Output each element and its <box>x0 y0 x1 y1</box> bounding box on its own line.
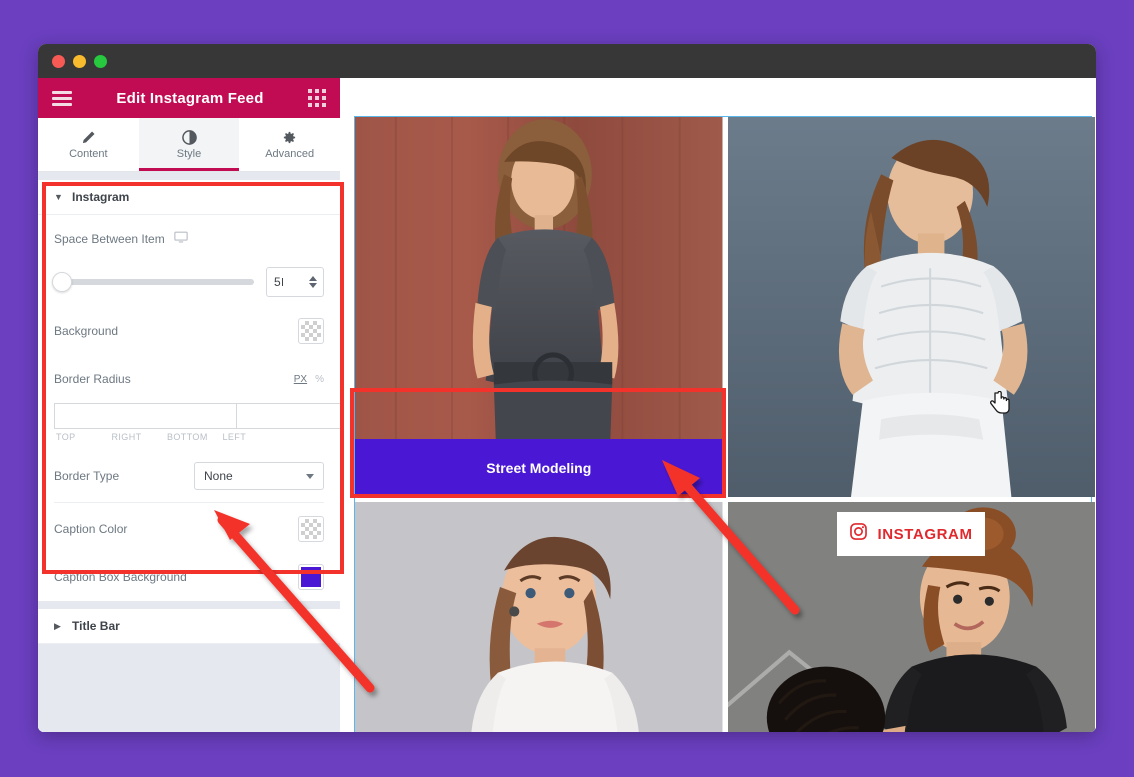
section-title-bar-title: Title Bar <box>72 619 120 633</box>
chevron-down-icon <box>306 473 314 479</box>
window-close-button[interactable] <box>52 54 65 68</box>
panel-gap <box>38 644 340 652</box>
window-titlebar <box>38 44 1096 78</box>
contrast-icon <box>181 129 197 145</box>
feed-item-2[interactable] <box>727 117 1095 497</box>
grid-icon[interactable] <box>308 89 326 107</box>
window-body: Edit Instagram Feed Content Style Advanc… <box>38 78 1096 732</box>
quantity-stepper[interactable] <box>303 276 323 288</box>
caption-color-row: Caption Color <box>54 505 324 553</box>
section-title-bar-header[interactable]: ▶ Title Bar <box>38 609 340 644</box>
caption-box-background-row: Caption Box Background <box>54 553 324 601</box>
tab-content-label: Content <box>69 147 108 160</box>
caption-box-color-fill <box>301 567 321 587</box>
border-radius-label: Border Radius <box>54 372 131 386</box>
feed-caption-text: Street Modeling <box>486 460 592 476</box>
pencil-icon <box>81 130 96 145</box>
window-maximize-button[interactable] <box>94 54 107 68</box>
browser-window: Edit Instagram Feed Content Style Advanc… <box>38 44 1096 732</box>
hamburger-icon[interactable] <box>52 90 72 106</box>
tab-content[interactable]: Content <box>38 118 139 171</box>
tab-style[interactable]: Style <box>138 118 240 171</box>
border-radius-top-label: TOP <box>56 432 76 442</box>
border-type-select[interactable]: None <box>194 462 324 490</box>
space-between-item-input[interactable]: 5 <box>266 267 324 297</box>
instagram-badge[interactable]: INSTAGRAM <box>837 512 985 556</box>
border-radius-right-label: RIGHT <box>111 432 142 442</box>
space-between-item-value: 5 <box>267 275 303 289</box>
border-type-row: Border Type None <box>54 452 324 500</box>
section-instagram-header[interactable]: ▼ Instagram <box>38 180 340 215</box>
feed-photo-3 <box>355 502 723 732</box>
space-between-item-label: Space Between Item <box>54 232 165 246</box>
caption-box-background-swatch[interactable] <box>298 564 324 590</box>
slider-handle[interactable] <box>52 272 72 292</box>
border-radius-row: Border Radius PX % <box>54 355 324 403</box>
feed-caption: Street Modeling <box>355 439 723 497</box>
background-label: Background <box>54 324 119 338</box>
editor-panel: Edit Instagram Feed Content Style Advanc… <box>38 78 340 732</box>
caption-color-label: Caption Color <box>54 522 128 536</box>
panel-header: Edit Instagram Feed <box>38 78 340 118</box>
border-radius-units: PX % <box>294 374 324 385</box>
tab-advanced[interactable]: Advanced <box>239 118 340 171</box>
panel-tabs: Content Style Advanced <box>38 118 340 172</box>
panel-gap <box>38 172 340 180</box>
panel-scroll-area[interactable]: ▼ Instagram Space Between Item 5 Backgro… <box>38 172 340 732</box>
caption-box-background-label: Caption Box Background <box>54 570 187 584</box>
border-type-value: None <box>204 469 233 483</box>
border-radius-right-input[interactable] <box>236 403 340 429</box>
background-color-swatch[interactable] <box>298 318 324 344</box>
instagram-badge-label: INSTAGRAM <box>877 525 973 543</box>
preview-canvas: Street Modeling INSTAGRAM <box>340 78 1096 732</box>
border-radius-left-label: LEFT <box>222 432 247 442</box>
border-radius-fields: TOP RIGHT BOTTOM LEFT <box>54 403 340 452</box>
space-between-item-row: Space Between Item <box>54 215 324 263</box>
window-minimize-button[interactable] <box>73 54 86 68</box>
feed-item-1[interactable]: Street Modeling <box>355 117 723 497</box>
chevron-right-icon: ▶ <box>54 620 61 631</box>
instagram-icon <box>849 522 868 546</box>
panel-gap <box>38 601 340 609</box>
desktop-icon[interactable] <box>174 230 188 249</box>
border-radius-bottom-label: BOTTOM <box>167 432 208 442</box>
instagram-feed-grid: Street Modeling <box>355 117 1095 732</box>
section-title-bar: ▶ Title Bar <box>38 609 340 644</box>
section-instagram-title: Instagram <box>72 190 130 204</box>
chevron-down-icon: ▼ <box>54 192 63 202</box>
feed-photo-2 <box>727 117 1095 497</box>
feed-item-3[interactable] <box>355 502 723 732</box>
tab-style-label: Style <box>176 147 202 160</box>
space-between-item-slider[interactable] <box>52 272 254 292</box>
gear-icon <box>282 130 297 145</box>
transparent-swatch-fill <box>301 321 321 341</box>
panel-divider <box>54 502 324 503</box>
section-instagram: ▼ Instagram Space Between Item 5 Backgro… <box>38 180 340 601</box>
section-instagram-body: Space Between Item 5 Background Border R… <box>38 215 340 601</box>
unit-px[interactable]: PX <box>294 374 307 385</box>
space-between-item-slider-row: 5 <box>52 263 324 307</box>
border-radius-top-input[interactable] <box>54 403 236 429</box>
caption-color-swatch[interactable] <box>298 516 324 542</box>
panel-title: Edit Instagram Feed <box>116 89 264 107</box>
tab-advanced-label: Advanced <box>265 147 315 160</box>
transparent-swatch-fill <box>301 519 321 539</box>
unit-percent[interactable]: % <box>315 374 324 385</box>
border-type-label: Border Type <box>54 469 120 483</box>
background-row: Background <box>54 307 324 355</box>
